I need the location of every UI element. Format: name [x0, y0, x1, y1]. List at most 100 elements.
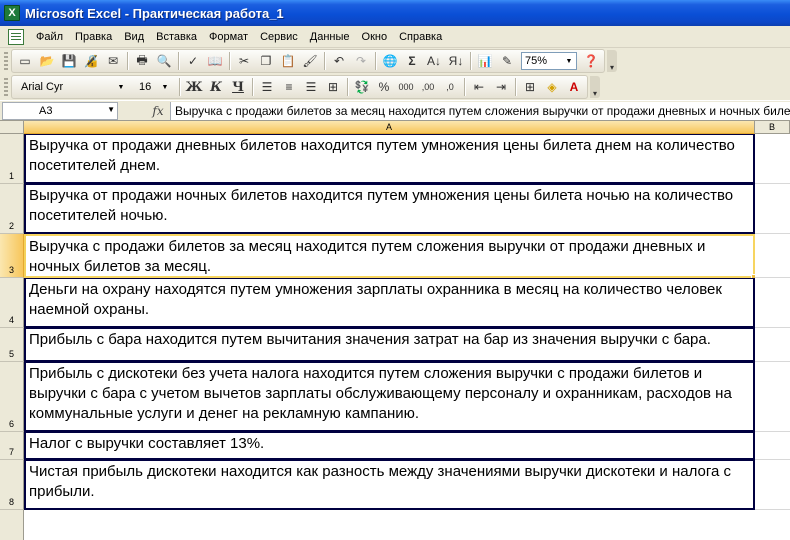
row-header[interactable]: 7 — [0, 432, 24, 460]
menu-file[interactable]: Файл — [30, 31, 69, 43]
email-icon[interactable]: ✉ — [102, 51, 124, 71]
align-right-icon[interactable]: ☰ — [300, 77, 322, 97]
select-all-button[interactable] — [0, 121, 24, 134]
toolbar-grip[interactable] — [4, 52, 8, 70]
cell-a4[interactable]: Деньги на охрану находятся путем умножен… — [24, 278, 755, 328]
cell-b1[interactable] — [755, 134, 790, 184]
name-box[interactable]: A3 ▼ — [2, 101, 118, 120]
align-center-icon[interactable]: ≡ — [278, 77, 300, 97]
italic-button[interactable]: К — [205, 77, 227, 97]
fill-color-icon[interactable]: ◈ — [541, 77, 563, 97]
toolbar-separator — [347, 78, 348, 96]
cell-b4[interactable] — [755, 278, 790, 328]
cell-b5[interactable] — [755, 328, 790, 362]
print-preview-icon[interactable]: 🔍 — [153, 51, 175, 71]
increase-indent-icon[interactable]: ⇥ — [490, 77, 512, 97]
column-header-a[interactable]: A — [24, 121, 755, 134]
cell-b2[interactable] — [755, 184, 790, 234]
cell-a3[interactable]: Выручка с продажи билетов за месяц наход… — [24, 234, 756, 279]
undo-icon[interactable]: ↶ — [328, 51, 350, 71]
format-painter-icon[interactable]: 🖌 — [299, 51, 321, 71]
formula-input[interactable]: Выручка с продажи билетов за месяц наход… — [170, 101, 790, 120]
chevron-down-icon[interactable]: ▼ — [107, 105, 115, 114]
menu-window[interactable]: Окно — [356, 31, 394, 43]
new-icon[interactable]: ▭ — [14, 51, 36, 71]
merge-center-icon[interactable]: ⊞ — [322, 77, 344, 97]
font-name-select[interactable]: Arial Cyr ▼ — [17, 78, 129, 96]
font-color-icon[interactable]: A — [563, 77, 585, 97]
row-header[interactable]: 5 — [0, 328, 24, 362]
cell-a1[interactable]: Выручка от продажи дневных билетов наход… — [24, 134, 755, 184]
font-size-select[interactable]: 16 ▼ — [135, 78, 173, 96]
redo-icon[interactable]: ↷ — [350, 51, 372, 71]
decrease-decimal-button[interactable]: ,0 — [439, 77, 461, 97]
thousands-button[interactable]: 000 — [395, 77, 417, 97]
cell-b3[interactable] — [755, 234, 790, 278]
chevron-down-icon[interactable]: ▼ — [159, 80, 171, 94]
currency-icon[interactable]: 💱 — [351, 77, 373, 97]
chevron-down-icon[interactable]: ▼ — [563, 54, 575, 68]
chevron-down-icon[interactable]: ▼ — [115, 80, 127, 94]
open-icon[interactable]: 📂 — [36, 51, 58, 71]
row-header[interactable]: 2 — [0, 184, 24, 234]
permission-icon[interactable]: 🔏 — [80, 51, 102, 71]
formatting-toolbar-band: Arial Cyr ▼ 16 ▼ Ж К Ч ☰ ≡ ☰ ⊞ 💱 % 000 ,… — [11, 75, 588, 99]
increase-decimal-button[interactable]: ,00 — [417, 77, 439, 97]
workbook-icon[interactable] — [8, 28, 24, 45]
underline-button[interactable]: Ч — [227, 77, 249, 97]
toolbar-separator — [179, 78, 180, 96]
menu-insert[interactable]: Вставка — [150, 31, 203, 43]
menu-help[interactable]: Справка — [393, 31, 448, 43]
row-header[interactable] — [0, 510, 24, 540]
toolbar-options-icon[interactable]: ▾ — [590, 76, 600, 98]
insert-function-icon[interactable]: fx — [146, 104, 170, 118]
menu-edit[interactable]: Правка — [69, 31, 118, 43]
toolbar-separator — [515, 78, 516, 96]
cell-a7[interactable]: Налог с выручки составляет 13%. — [24, 432, 755, 460]
toolbar-grip[interactable] — [4, 78, 8, 96]
cut-icon[interactable]: ✂ — [233, 51, 255, 71]
table-row — [0, 510, 790, 540]
cell-a5[interactable]: Прибыль с бара находится путем вычитания… — [24, 328, 755, 362]
cell-a2[interactable]: Выручка от продажи ночных билетов находи… — [24, 184, 755, 234]
cell-b7[interactable] — [755, 432, 790, 460]
align-left-icon[interactable]: ☰ — [256, 77, 278, 97]
sort-desc-icon[interactable]: Я↓ — [445, 51, 467, 71]
zoom-select[interactable]: 75% ▼ — [521, 52, 577, 70]
menu-view[interactable]: Вид — [118, 31, 150, 43]
hyperlink-icon[interactable]: 🌐 — [379, 51, 401, 71]
drawing-icon[interactable]: ✎ — [496, 51, 518, 71]
save-icon[interactable]: 💾 — [58, 51, 80, 71]
sort-asc-icon[interactable]: A↓ — [423, 51, 445, 71]
cell-a6[interactable]: Прибыль с дискотеки без учета налога нах… — [24, 362, 755, 432]
bold-button[interactable]: Ж — [183, 77, 205, 97]
row-header[interactable]: 3 — [0, 234, 24, 278]
chart-wizard-icon[interactable]: 📊 — [474, 51, 496, 71]
row-header[interactable]: 6 — [0, 362, 24, 432]
row-header[interactable]: 1 — [0, 134, 24, 184]
print-icon[interactable]: 🖶 — [131, 51, 153, 71]
row-header[interactable]: 4 — [0, 278, 24, 328]
font-name-value: Arial Cyr — [21, 81, 64, 93]
column-header-b[interactable]: B — [755, 121, 790, 134]
menu-tools[interactable]: Сервис — [254, 31, 304, 43]
copy-icon[interactable]: ❐ — [255, 51, 277, 71]
percent-button[interactable]: % — [373, 77, 395, 97]
table-row: 5 Прибыль с бара находится путем вычитан… — [0, 328, 790, 362]
row-header[interactable]: 8 — [0, 460, 24, 510]
autosum-icon[interactable]: Σ — [401, 51, 423, 71]
help-icon[interactable]: ❓ — [580, 51, 602, 71]
borders-icon[interactable]: ⊞ — [519, 77, 541, 97]
menu-data[interactable]: Данные — [304, 31, 356, 43]
decrease-indent-icon[interactable]: ⇤ — [468, 77, 490, 97]
cell-b6[interactable] — [755, 362, 790, 432]
research-icon[interactable]: 📖 — [204, 51, 226, 71]
cell-b8[interactable] — [755, 460, 790, 510]
excel-icon[interactable]: X — [4, 5, 20, 21]
menu-format[interactable]: Формат — [203, 31, 254, 43]
cell-a8[interactable]: Чистая прибыль дискотеки находится как р… — [24, 460, 755, 510]
cell-a9[interactable] — [24, 510, 755, 540]
toolbar-options-icon[interactable]: ▾ — [607, 50, 617, 72]
paste-icon[interactable]: 📋 — [277, 51, 299, 71]
spelling-icon[interactable]: ✓ — [182, 51, 204, 71]
